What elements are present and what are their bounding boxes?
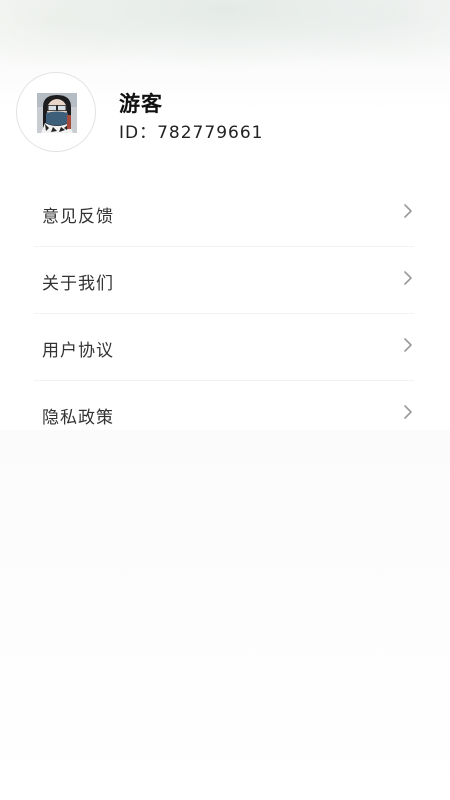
page-background [0,430,450,800]
settings-menu: 意见反馈 关于我们 用户协议 隐私政策 [34,180,414,447]
menu-item-label: 隐私政策 [42,408,114,428]
menu-item-label: 意见反馈 [42,207,114,227]
menu-item-label: 关于我们 [42,274,114,294]
avatar-image [37,93,77,133]
menu-item-feedback[interactable]: 意见反馈 [34,180,414,247]
avatar[interactable] [37,93,77,133]
chevron-right-icon [404,204,412,218]
menu-item-about-us[interactable]: 关于我们 [34,247,414,314]
chevron-right-icon [404,405,412,419]
menu-item-label: 用户协议 [42,341,114,361]
avatar-frame[interactable] [16,72,96,152]
user-id-label: ID： [119,123,158,143]
chevron-right-icon [404,271,412,285]
user-id: ID：782779661 [119,118,263,143]
user-id-value: 782779661 [157,123,264,143]
user-nickname: 游客 [119,92,163,116]
profile-card: 游客 ID：782779661 [16,72,436,156]
chevron-right-icon [404,338,412,352]
menu-item-user-agreement[interactable]: 用户协议 [34,314,414,381]
menu-item-privacy-policy[interactable]: 隐私政策 [34,381,414,447]
